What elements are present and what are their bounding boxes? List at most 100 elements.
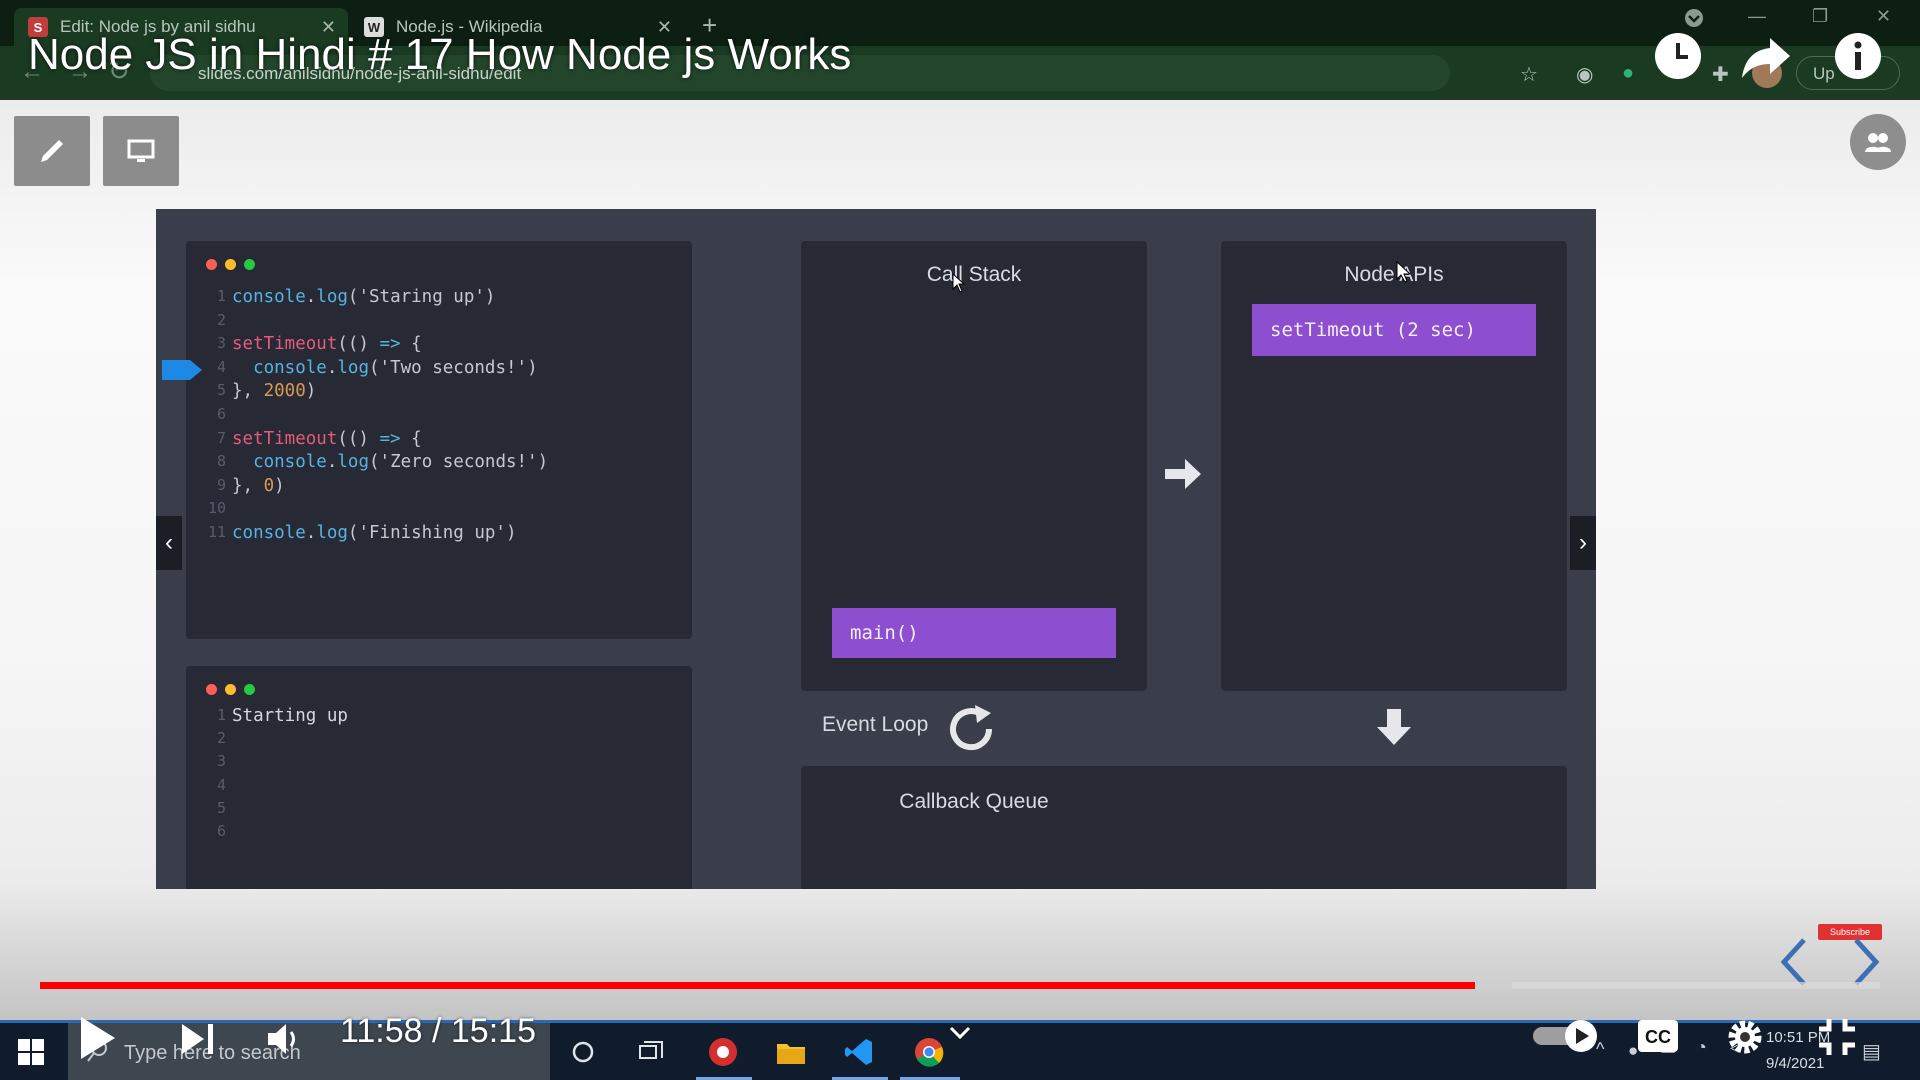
code-editor-panel: 1 console. log('Staring up') 2 3 setTimeout((…	[186, 241, 692, 639]
green-dot-icon	[244, 259, 255, 270]
code-token: )	[527, 357, 538, 378]
yellow-dot-icon	[225, 684, 236, 695]
red-dot-icon	[206, 259, 217, 270]
code-token: )	[274, 475, 285, 496]
code-token: .	[326, 357, 338, 378]
code-token: )	[305, 381, 317, 402]
callback-queue-panel: Callback Queue	[801, 766, 1567, 889]
exit-fullscreen-button[interactable]	[1814, 1014, 1860, 1060]
vscode-icon[interactable]	[842, 1037, 876, 1067]
mouse-cursor-icon	[952, 273, 966, 293]
minimize-icon[interactable]: —	[1748, 6, 1766, 27]
code-token: log	[316, 287, 348, 307]
call-stack-frame-main: main()	[832, 608, 1116, 658]
node-apis-panel: Node APIs setTimeout (2 sec)	[1221, 241, 1567, 691]
chapter-dropdown-button[interactable]	[940, 1018, 980, 1048]
collaborators-button[interactable]	[1850, 114, 1906, 170]
code-token: 'Zero seconds!'	[379, 452, 538, 473]
code-token: (	[347, 287, 359, 307]
code-token: log	[337, 357, 369, 378]
video-title[interactable]: Node JS in Hindi # 17 How Node js Works	[28, 30, 851, 80]
skip-next-icon	[182, 1024, 213, 1054]
play-icon	[81, 1017, 115, 1059]
code-token: 0	[263, 475, 275, 496]
code-token: (	[347, 523, 359, 543]
progress-bar[interactable]	[40, 982, 1880, 989]
code-token: .	[305, 287, 317, 307]
file-explorer-icon[interactable]	[774, 1037, 808, 1067]
code-line: 11 console. log('Finishing up')	[208, 523, 517, 551]
previous-slide-button[interactable]: ‹	[156, 516, 182, 570]
next-slide-button[interactable]: ›	[1570, 516, 1596, 570]
code-token: log	[337, 452, 369, 473]
code-token: },	[232, 475, 264, 496]
grammarly-icon[interactable]: ●	[1622, 62, 1634, 85]
player-controls-gradient	[0, 880, 1920, 1020]
captions-button[interactable]: CC	[1636, 1016, 1680, 1056]
chevron-right-icon[interactable]	[1854, 938, 1880, 986]
code-token: 'Staring up'	[358, 287, 485, 307]
red-dot-icon	[206, 684, 217, 695]
gear-icon	[1728, 1020, 1762, 1054]
volume-speaker-icon	[268, 1024, 295, 1054]
code-token: )	[505, 523, 517, 543]
code-token: (	[369, 357, 380, 378]
people-icon	[1865, 133, 1891, 152]
code-token: (	[369, 452, 380, 473]
current-line-pointer-icon	[162, 360, 202, 380]
yellow-dot-icon	[225, 259, 236, 270]
mouse-cursor-icon	[1396, 261, 1412, 283]
code-token: 'Two seconds!'	[379, 357, 528, 378]
slide-canvas: 1 console. log('Staring up') 2 3 setTimeout((…	[156, 209, 1596, 889]
info-icon[interactable]	[1832, 30, 1884, 82]
extensions-puzzle-icon[interactable]: ✚	[1712, 62, 1729, 87]
close-window-icon[interactable]: ✕	[1876, 6, 1891, 27]
code-token: .	[326, 452, 338, 473]
console-text: Starting up	[232, 706, 348, 726]
settings-button[interactable]	[1722, 1014, 1768, 1060]
chevron-right-icon: ›	[1579, 529, 1587, 556]
call-stack-title: Call Stack	[926, 263, 1022, 286]
code-token: },	[232, 381, 264, 402]
callback-queue-title: Callback Queue	[899, 790, 1049, 813]
windows-start-icon[interactable]	[18, 1039, 44, 1065]
task-view-icon[interactable]	[634, 1037, 668, 1067]
code-token: console	[232, 523, 306, 543]
mute-button[interactable]	[262, 1016, 306, 1062]
call-stack-panel: Call Stack main()	[801, 241, 1147, 691]
autoplay-toggle[interactable]	[1530, 1018, 1602, 1054]
chevron-down-icon	[949, 1026, 971, 1040]
share-arrow-icon[interactable]	[1740, 30, 1792, 82]
event-loop-cycle-icon	[950, 705, 993, 751]
present-button[interactable]	[103, 116, 179, 186]
cc-icon: CC	[1638, 1020, 1678, 1052]
notifications-icon[interactable]: ▤	[1862, 1039, 1881, 1064]
pen-icon	[41, 140, 63, 162]
bookmark-star-icon[interactable]: ☆	[1520, 62, 1538, 87]
chevron-left-icon: ‹	[165, 529, 173, 556]
edit-pen-button[interactable]	[14, 116, 90, 186]
play-button[interactable]	[72, 1010, 122, 1066]
chevron-left-icon[interactable]	[1780, 938, 1806, 986]
window-dots	[206, 259, 255, 270]
code-token: )	[484, 287, 496, 307]
down-arrow-icon	[1377, 709, 1411, 745]
wifi-icon[interactable]: ◔	[1696, 1037, 1707, 1058]
green-dot-icon	[244, 684, 255, 695]
monitor-icon	[127, 139, 155, 162]
restore-icon[interactable]: ❐	[1812, 6, 1828, 27]
code-token: 'Finishing up'	[358, 523, 506, 543]
watch-later-clock-icon[interactable]	[1652, 30, 1704, 82]
extension-record-icon[interactable]: ◉	[1576, 62, 1593, 87]
screen-recorder-icon[interactable]	[706, 1037, 740, 1067]
window-dots	[206, 684, 255, 695]
autoplay-toggle-icon	[1533, 1020, 1597, 1052]
node-api-settimeout: setTimeout (2 sec)	[1252, 304, 1536, 356]
code-token: console	[232, 287, 306, 307]
next-video-button[interactable]	[176, 1016, 220, 1062]
code-token: log	[316, 523, 348, 543]
time-display: 11:58 / 15:15	[340, 1012, 536, 1050]
right-arrow-icon	[1165, 459, 1201, 489]
cortana-circle-icon[interactable]	[566, 1037, 600, 1067]
progress-played	[40, 982, 1476, 989]
